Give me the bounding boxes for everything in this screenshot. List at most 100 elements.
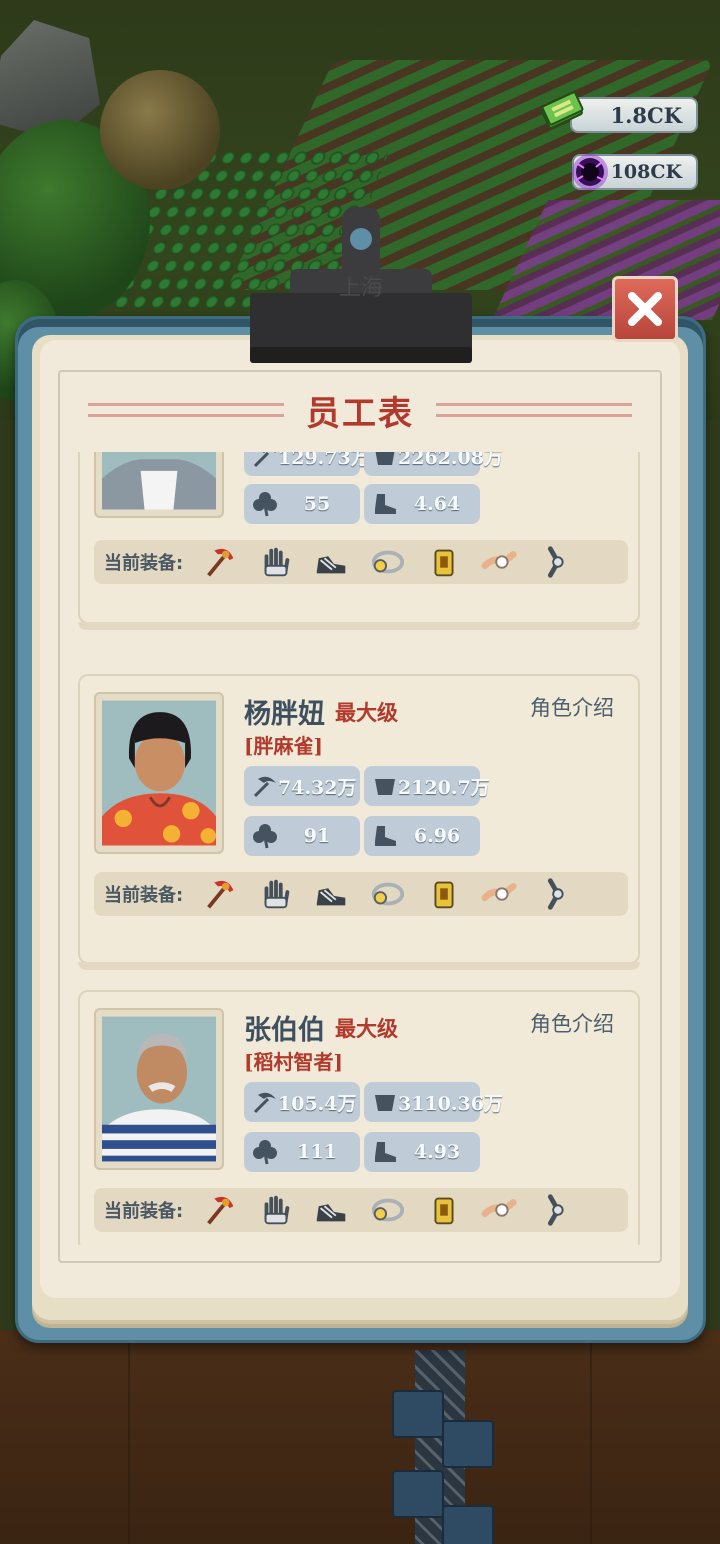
equipment-slots (200, 1190, 592, 1230)
character-intro-link[interactable]: 角色介绍 (530, 1008, 614, 1038)
equipment-slot[interactable] (200, 874, 240, 914)
speed-stat: 4.64 (364, 484, 480, 524)
equipment-slot[interactable] (312, 1190, 352, 1230)
mining-power-stat: 129.73万 (244, 452, 370, 476)
cash-value: 1.8CK (610, 102, 682, 128)
headlamp-icon (371, 1198, 405, 1222)
employee-list[interactable]: 129.73万 2262.08万 55 4.64 当前装备: 杨胖妞 最大级 角… (78, 452, 644, 1245)
mining-power-stat: 105.4万 (244, 1082, 360, 1122)
mine-cart (392, 1470, 444, 1518)
equipment-slots (200, 542, 592, 582)
employee-title: [稻村智者] (244, 1050, 343, 1074)
gem-value: 108CK (610, 161, 682, 183)
level-badge: 最大级 (335, 700, 398, 725)
equipment-bar: 当前装备: (94, 872, 628, 916)
headlamp-icon (371, 550, 405, 574)
close-icon (628, 292, 662, 326)
bucket-icon (375, 779, 395, 795)
knee-pad-icon (547, 546, 564, 578)
pickaxe-icon (207, 880, 234, 909)
clover-icon (253, 1140, 277, 1165)
cash-counter[interactable]: 1.8CK (570, 97, 698, 133)
equipment-slot[interactable] (256, 1190, 296, 1230)
boot-icon (375, 494, 396, 514)
arm-guard-icon (481, 883, 517, 902)
pickaxe-icon (207, 1196, 234, 1225)
speed-stat: 6.96 (364, 816, 480, 856)
luck-stat: 55 (244, 484, 360, 524)
close-button[interactable] (612, 276, 678, 342)
equipment-slot[interactable] (536, 1190, 576, 1230)
equipment-slots (200, 874, 592, 914)
title-divider-left (88, 403, 284, 417)
equipment-slot[interactable] (256, 542, 296, 582)
pickaxe-icon (253, 776, 276, 798)
equipment-label: 当前装备: (104, 553, 184, 574)
luck-stat: 91 (244, 816, 360, 856)
portrait-image (102, 700, 216, 846)
equipment-slot[interactable] (536, 542, 576, 582)
portrait-image (102, 452, 216, 510)
panel-title: 员工表 (306, 393, 414, 434)
mining-power-stat: 74.32万 (244, 766, 360, 806)
equipment-label: 当前装备: (104, 885, 184, 906)
equipment-slot[interactable] (368, 542, 408, 582)
arm-guard-icon (481, 551, 517, 570)
clover-icon (253, 824, 277, 849)
lantern-icon (434, 549, 454, 577)
equipment-slot[interactable] (200, 542, 240, 582)
employee-card: 杨胖妞 最大级 角色介绍 [胖麻雀] 74.32万 2120.7万 91 6.9… (78, 674, 640, 970)
equipment-slot[interactable] (312, 542, 352, 582)
employee-name: 杨胖妞 (244, 699, 325, 730)
employee-name: 张伯伯 (244, 1015, 325, 1046)
equipment-slot[interactable] (256, 874, 296, 914)
headlamp-icon (371, 882, 405, 906)
lantern-icon (434, 881, 454, 909)
panel-header: 员工表 (88, 385, 632, 435)
equipment-slot[interactable] (480, 542, 520, 582)
boot-icon (375, 1142, 396, 1162)
level-badge: 最大级 (335, 1016, 398, 1041)
dark-orb-icon (572, 154, 608, 190)
mine-cart (442, 1505, 494, 1544)
glove-icon (264, 879, 290, 909)
equipment-slot[interactable] (424, 542, 464, 582)
bucket-icon (375, 1095, 395, 1111)
equipment-bar: 当前装备: (94, 540, 628, 584)
equipment-slot[interactable] (368, 874, 408, 914)
knee-pad-icon (547, 878, 564, 910)
boots-icon (316, 556, 346, 574)
boot-icon (375, 826, 396, 846)
equipment-slot[interactable] (312, 874, 352, 914)
boots-icon (316, 1204, 346, 1222)
employee-portrait[interactable] (94, 1008, 224, 1170)
equipment-slot[interactable] (480, 874, 520, 914)
employee-portrait[interactable] (94, 692, 224, 854)
glove-icon (264, 1195, 290, 1225)
tree (100, 70, 220, 190)
binder-clip-icon: 上海 (250, 207, 472, 363)
pickaxe-icon (253, 1092, 276, 1114)
lantern-icon (434, 1197, 454, 1225)
mine-ground (0, 1330, 720, 1544)
glove-icon (264, 547, 290, 577)
portrait-image (102, 1016, 216, 1162)
bucket-icon (375, 452, 395, 465)
knee-pad-icon (547, 1194, 564, 1226)
equipment-slot[interactable] (424, 874, 464, 914)
mine-cart (442, 1420, 494, 1468)
speed-stat: 4.93 (364, 1132, 480, 1172)
arm-guard-icon (481, 1199, 517, 1218)
equipment-slot[interactable] (424, 1190, 464, 1230)
pickaxe-icon (253, 452, 276, 468)
employee-portrait[interactable] (94, 452, 224, 518)
equipment-slot[interactable] (368, 1190, 408, 1230)
clip-emboss-top: 上海 (339, 276, 383, 301)
cash-icon (541, 91, 584, 130)
equipment-label: 当前装备: (104, 1201, 184, 1222)
character-intro-link[interactable]: 角色介绍 (530, 692, 614, 722)
equipment-slot[interactable] (200, 1190, 240, 1230)
capacity-stat: 3110.36万 (364, 1082, 503, 1122)
equipment-slot[interactable] (536, 874, 576, 914)
equipment-slot[interactable] (480, 1190, 520, 1230)
